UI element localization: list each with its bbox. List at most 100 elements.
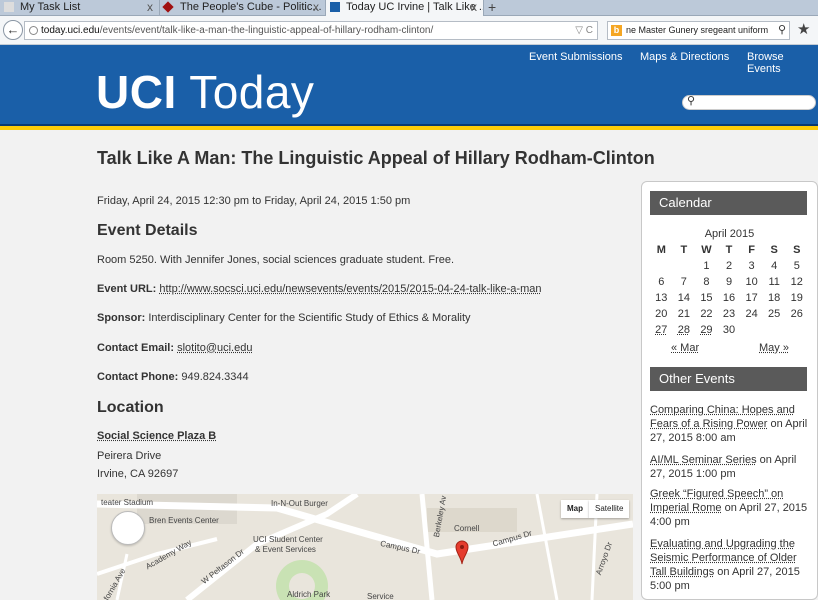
calendar-next-link[interactable]: May » bbox=[759, 342, 789, 354]
calendar-day: 10 bbox=[745, 276, 758, 288]
calendar-week-row: 20 21 22 23 24 25 26 bbox=[650, 306, 808, 322]
calendar-day: 23 bbox=[722, 308, 736, 320]
site-header: Event Submissions Maps & Directions Brow… bbox=[0, 45, 818, 130]
calendar-weekday: F bbox=[748, 244, 755, 256]
calendar-weekday: S bbox=[770, 244, 778, 256]
calendar-day: 9 bbox=[725, 276, 733, 288]
map-label: Cornell bbox=[454, 524, 480, 533]
calendar-day: 8 bbox=[703, 276, 710, 288]
other-event-item: Evaluating and Upgrading the Seismic Per… bbox=[650, 537, 810, 593]
logo-bold: UCI bbox=[96, 66, 177, 118]
satellite-view-button[interactable]: Satellite bbox=[589, 500, 630, 518]
browser-tab-strip: My Task List x The People's Cube - Polit… bbox=[0, 0, 818, 16]
site-search-input[interactable]: ⚲ bbox=[682, 95, 816, 110]
calendar-day: 20 bbox=[655, 308, 668, 320]
calendar-day: 3 bbox=[748, 260, 755, 272]
calendar-day: 30 bbox=[722, 324, 736, 336]
browser-search-field[interactable]: b ne Master Gunery sregeant uniform ⚲ bbox=[607, 21, 790, 40]
other-events-heading: Other Events bbox=[650, 367, 807, 391]
calendar-month: April 2015 bbox=[704, 228, 755, 240]
calendar-day: 2 bbox=[725, 260, 733, 272]
calendar-weekday: S bbox=[793, 244, 801, 256]
new-tab-button[interactable]: + bbox=[488, 0, 496, 15]
calendar-weekday: T bbox=[725, 244, 733, 256]
contact-email-label: Contact Email: bbox=[97, 342, 175, 354]
close-tab-icon[interactable]: x bbox=[471, 0, 477, 14]
calendar-day bbox=[763, 322, 786, 338]
calendar-day: 5 bbox=[793, 260, 800, 272]
map-label: In-N-Out Burger bbox=[271, 499, 328, 508]
location-map[interactable]: teater Stadium Bren Events Center In-N-O… bbox=[97, 494, 633, 600]
calendar-day: 21 bbox=[677, 308, 690, 320]
event-url-row: Event URL: http://www.socsci.uci.edu/new… bbox=[97, 283, 541, 295]
map-pan-control[interactable] bbox=[111, 511, 145, 545]
tab-title: My Task List bbox=[20, 1, 81, 13]
calendar-day bbox=[785, 322, 808, 338]
contact-phone-value: 949.824.3344 bbox=[181, 371, 249, 383]
bing-icon: b bbox=[611, 25, 622, 36]
calendar-day[interactable]: 29 bbox=[695, 322, 718, 338]
map-pin-icon[interactable] bbox=[455, 539, 469, 565]
other-event-item: Comparing China: Hopes and Fears of a Ri… bbox=[650, 403, 810, 445]
calendar-day[interactable]: 27 bbox=[650, 322, 673, 338]
map-label: teater Stadium bbox=[101, 498, 154, 507]
globe-icon bbox=[29, 26, 38, 35]
calendar-weekday: W bbox=[701, 244, 712, 256]
tab-peoples-cube[interactable]: The People's Cube - Politic... x bbox=[160, 0, 326, 16]
header-gold-stripe bbox=[0, 126, 818, 130]
map-label: UCI Student Center bbox=[253, 535, 323, 544]
nav-event-submissions[interactable]: Event Submissions bbox=[529, 51, 623, 63]
calendar-day: 14 bbox=[677, 292, 690, 304]
calendar-day: 11 bbox=[768, 276, 780, 288]
tab-title: The People's Cube - Politic... bbox=[180, 1, 322, 13]
calendar-week-row: 13 14 15 16 17 18 19 bbox=[650, 290, 808, 306]
contact-email-link[interactable]: slotito@uci.edu bbox=[177, 342, 252, 354]
calendar-day: 13 bbox=[655, 292, 668, 304]
url-path: /events/event/talk-like-a-man-the-lingui… bbox=[99, 25, 434, 36]
tab-uci-today[interactable]: Today UC Irvine | Talk Like ... x bbox=[326, 0, 484, 16]
event-details-heading: Event Details bbox=[97, 222, 198, 239]
address-bar[interactable]: today.uci.edu/events/event/talk-like-a-m… bbox=[24, 21, 598, 40]
calendar-weekday: T bbox=[680, 244, 688, 256]
page-icon bbox=[4, 2, 14, 12]
page-title: Talk Like A Man: The Linguistic Appeal o… bbox=[97, 148, 655, 168]
map-label: & Event Services bbox=[255, 545, 316, 554]
uci-today-logo[interactable]: UCI Today bbox=[96, 67, 314, 117]
location-heading: Location bbox=[97, 399, 164, 416]
location-name-text: Social Science Plaza B bbox=[97, 430, 217, 442]
contact-phone-label: Contact Phone: bbox=[97, 371, 179, 383]
map-view-button[interactable]: Map bbox=[561, 500, 589, 518]
address-line-1: Peirera Drive bbox=[97, 450, 162, 462]
sidebar: Calendar April 2015 M T W T F S S 1 2 3 4 5 6 7 8 9 10 11… bbox=[641, 181, 818, 600]
calendar-day: 24 bbox=[745, 308, 758, 320]
calendar-day: 15 bbox=[700, 292, 713, 304]
site-favicon-icon bbox=[162, 1, 174, 13]
location-name[interactable]: Social Science Plaza B bbox=[97, 430, 216, 442]
search-icon[interactable]: ⚲ bbox=[778, 22, 786, 39]
url-host: today.uci.edu bbox=[41, 25, 100, 36]
event-url-link[interactable]: http://www.socsci.uci.edu/newsevents/eve… bbox=[159, 283, 541, 295]
calendar-day: 4 bbox=[771, 260, 778, 272]
event-description: Room 5250. With Jennifer Jones, social s… bbox=[97, 254, 455, 266]
close-tab-icon[interactable]: x bbox=[147, 0, 153, 14]
calendar-week-row: 1 2 3 4 5 bbox=[650, 258, 808, 274]
back-button[interactable]: ← bbox=[3, 20, 23, 40]
calendar-day bbox=[740, 322, 763, 338]
nav-maps-directions[interactable]: Maps & Directions bbox=[640, 51, 729, 63]
other-event-item: AI/ML Seminar Series on April 27, 2015 1… bbox=[650, 453, 810, 481]
calendar-week-row: 6 7 8 9 10 11 12 bbox=[650, 274, 808, 290]
calendar-day: 12 bbox=[790, 276, 803, 288]
calendar-day[interactable]: 28 bbox=[673, 322, 696, 338]
calendar-day: 25 bbox=[768, 308, 781, 320]
sponsor-row: Sponsor: Interdisciplinary Center for th… bbox=[97, 312, 471, 324]
tab-title: Today UC Irvine | Talk Like ... bbox=[346, 1, 484, 13]
other-event-link[interactable]: AI/ML Seminar Series bbox=[650, 454, 757, 466]
nav-browse-events[interactable]: Browse Events bbox=[747, 51, 818, 75]
bookmark-star-icon[interactable]: ★ bbox=[797, 20, 810, 38]
close-tab-icon[interactable]: x bbox=[313, 0, 319, 14]
reload-icon[interactable]: ▽ C bbox=[575, 22, 593, 39]
calendar-prev-link[interactable]: « Mar bbox=[671, 342, 699, 354]
other-event-item: Greek “Figured Speech” on Imperial Rome … bbox=[650, 487, 810, 529]
tab-my-task-list[interactable]: My Task List x bbox=[0, 0, 160, 16]
search-icon: ⚲ bbox=[687, 95, 696, 107]
